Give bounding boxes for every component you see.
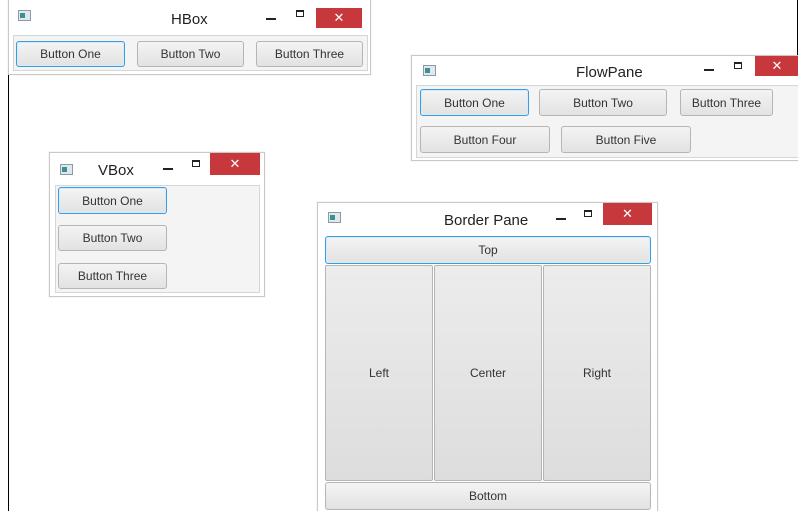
minimize-icon[interactable] xyxy=(556,218,566,220)
maximize-icon[interactable] xyxy=(192,160,200,167)
close-icon[interactable]: ✕ xyxy=(755,56,798,76)
flowpane-button-four[interactable]: Button Four xyxy=(420,126,550,153)
borderpane-left-button[interactable]: Left xyxy=(325,265,433,481)
flowpane-button-two[interactable]: Button Two xyxy=(539,89,667,116)
hbox-button-three[interactable]: Button Three xyxy=(256,41,363,67)
hbox-button-two[interactable]: Button Two xyxy=(137,41,244,67)
java-window-icon xyxy=(423,65,436,76)
borderpane-center-button[interactable]: Center xyxy=(434,265,542,481)
java-window-icon xyxy=(328,212,341,223)
borderpane-titlebar[interactable]: Border Pane ✕ xyxy=(318,203,657,233)
vbox-button-two[interactable]: Button Two xyxy=(58,225,167,251)
borderpane-right-button[interactable]: Right xyxy=(543,265,651,481)
hbox-button-one[interactable]: Button One xyxy=(16,41,125,67)
close-icon[interactable]: ✕ xyxy=(603,203,652,225)
hbox-titlebar[interactable]: HBox ✕ xyxy=(9,0,370,30)
screenshot-edge-left xyxy=(8,0,9,511)
minimize-icon[interactable] xyxy=(163,168,173,170)
borderpane-title: Border Pane xyxy=(444,212,529,229)
vbox-title: VBox xyxy=(98,162,134,179)
hbox-window: HBox ✕ Button One Button Two Button Thre… xyxy=(8,0,371,75)
flowpane-button-three[interactable]: Button Three xyxy=(680,89,773,116)
vbox-titlebar[interactable]: VBox ✕ xyxy=(50,153,264,183)
vbox-button-one[interactable]: Button One xyxy=(58,187,167,214)
minimize-icon[interactable] xyxy=(704,69,714,71)
borderpane-window: Border Pane ✕ Top Left Center Right Bott… xyxy=(317,202,658,511)
maximize-icon[interactable] xyxy=(584,210,592,217)
flowpane-window: FlowPane ✕ Button One Button Two Button … xyxy=(411,55,798,161)
borderpane-bottom-button[interactable]: Bottom xyxy=(325,482,651,510)
close-icon[interactable]: ✕ xyxy=(316,8,362,28)
flowpane-titlebar[interactable]: FlowPane ✕ xyxy=(412,56,798,86)
borderpane-top-button[interactable]: Top xyxy=(325,236,651,264)
hbox-title: HBox xyxy=(171,11,208,28)
minimize-icon[interactable] xyxy=(266,18,276,20)
vbox-button-three[interactable]: Button Three xyxy=(58,263,167,289)
java-window-icon xyxy=(60,164,73,175)
maximize-icon[interactable] xyxy=(734,62,742,69)
maximize-icon[interactable] xyxy=(296,10,304,17)
flowpane-title: FlowPane xyxy=(576,64,643,81)
close-icon[interactable]: ✕ xyxy=(210,153,260,175)
flowpane-button-one[interactable]: Button One xyxy=(420,89,529,116)
flowpane-button-five[interactable]: Button Five xyxy=(561,126,691,153)
java-window-icon xyxy=(18,10,31,21)
vbox-window: VBox ✕ Button One Button Two Button Thre… xyxy=(49,152,265,297)
